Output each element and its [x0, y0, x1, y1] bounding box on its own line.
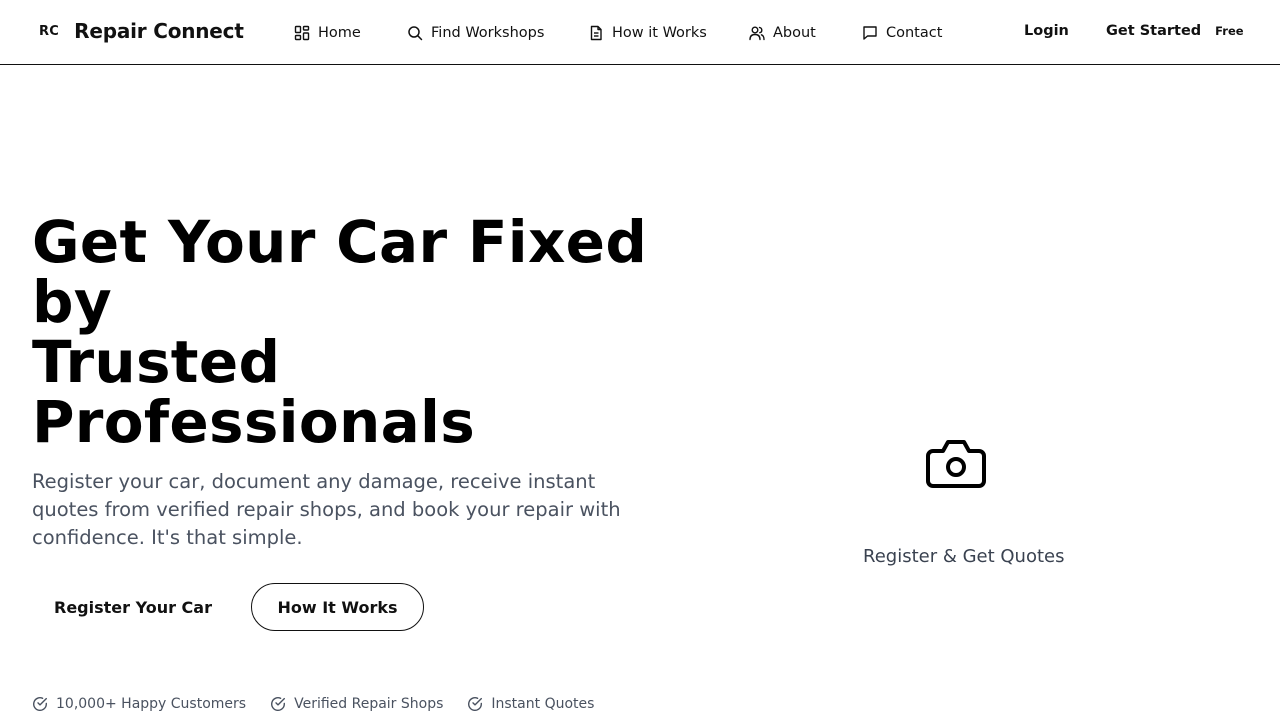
hero-title-line: Professionals: [32, 388, 476, 456]
feature-item: Instant Quotes: [467, 696, 594, 712]
document-icon: [590, 25, 602, 41]
users-icon: [749, 26, 765, 41]
login-button[interactable]: Login: [1024, 23, 1069, 39]
feature-list: 10,000+ Happy Customers Verified Repair …: [32, 696, 618, 712]
nav-home[interactable]: Home: [294, 22, 361, 44]
nav-about-label: About: [773, 25, 816, 41]
hero-title-line: Get Your Car Fixed: [32, 208, 648, 276]
nav-about[interactable]: About: [749, 22, 816, 44]
nav-contact-label: Contact: [886, 25, 943, 41]
brand-name: Repair Connect: [74, 19, 244, 43]
hero-title-line: Trusted: [32, 328, 281, 396]
nav-find-workshops[interactable]: Find Workshops: [407, 22, 544, 44]
get-started-button[interactable]: Get Started Free: [1106, 23, 1244, 39]
brand-mark: RC: [39, 23, 60, 39]
hero-title: Get Your Car Fixed by Trusted Profession…: [32, 208, 648, 456]
nav-find-label: Find Workshops: [431, 25, 545, 41]
camera-icon: [926, 440, 986, 488]
search-icon: [408, 26, 423, 41]
feature-item: 10,000+ Happy Customers: [32, 696, 246, 712]
check-circle-icon: [468, 697, 483, 712]
feature-label: 10,000+ Happy Customers: [56, 696, 247, 712]
hero-title-line: by: [32, 268, 112, 336]
navbar: RC Repair Connect Home Find Workshops Ho…: [0, 0, 1280, 65]
nav-how-label: How it Works: [612, 25, 707, 41]
nav-how-it-works[interactable]: How it Works: [588, 22, 707, 44]
grid-icon: [294, 25, 310, 41]
get-started-label: Get Started: [1106, 23, 1202, 39]
illustration-caption: Register & Get Quotes: [863, 546, 1065, 567]
nav-home-label: Home: [318, 25, 361, 41]
free-badge: Free: [1215, 24, 1244, 38]
register-car-button[interactable]: Register Your Car: [32, 583, 234, 631]
chat-icon: [863, 26, 877, 40]
feature-label: Instant Quotes: [491, 696, 595, 712]
nav-contact[interactable]: Contact: [862, 22, 942, 44]
check-circle-icon: [33, 697, 48, 712]
how-it-works-button[interactable]: How It Works: [251, 583, 424, 631]
brand-logo[interactable]: RC Repair Connect: [39, 19, 244, 43]
feature-item: Verified Repair Shops: [270, 696, 443, 712]
check-circle-icon: [271, 697, 286, 712]
hero-subtitle: Register your car, document any damage, …: [32, 470, 621, 549]
feature-label: Verified Repair Shops: [294, 696, 444, 712]
